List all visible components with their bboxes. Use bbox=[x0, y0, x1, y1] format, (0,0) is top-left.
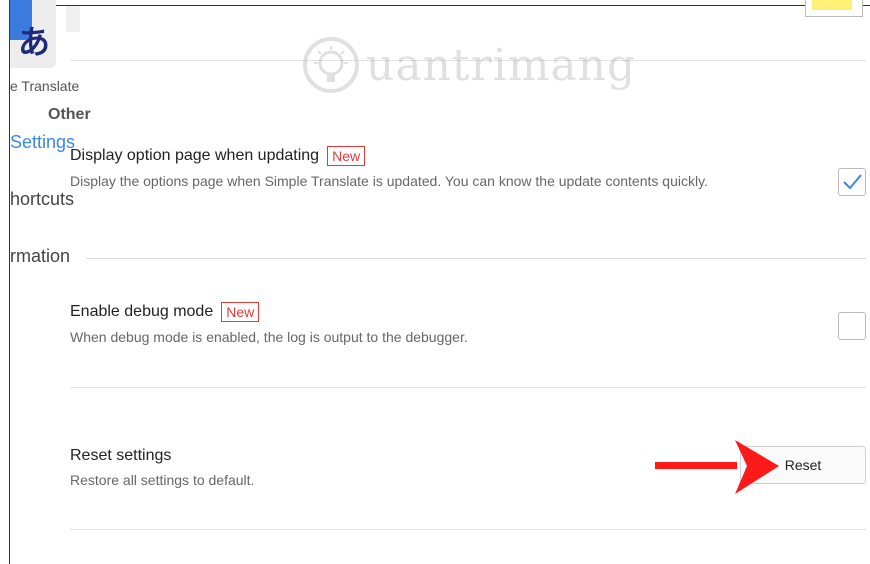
debug-mode-checkbox[interactable] bbox=[838, 312, 866, 340]
row-divider bbox=[70, 529, 866, 530]
watermark-logo-icon bbox=[303, 37, 359, 93]
watermark-text: uantrimang bbox=[366, 39, 637, 91]
setting-row-display-option: Display option page when updating New Di… bbox=[70, 146, 866, 192]
setting-title-text: Enable debug mode bbox=[70, 303, 214, 320]
setting-title-text: Reset settings bbox=[70, 447, 172, 464]
header-decoration bbox=[66, 6, 80, 32]
setting-title: Enable debug mode New bbox=[70, 302, 866, 322]
sidebar-section-heading: Other bbox=[48, 106, 91, 123]
setting-description: Display the options page when Simple Tra… bbox=[70, 173, 708, 189]
setting-description: When debug mode is enabled, the log is o… bbox=[70, 329, 468, 345]
app-logo-glyph: あ bbox=[18, 23, 51, 61]
color-swatch-button[interactable] bbox=[805, 0, 863, 17]
new-badge: New bbox=[221, 302, 260, 322]
app-logo-icon: あ bbox=[10, 0, 56, 68]
window-top-border bbox=[9, 5, 870, 6]
row-divider bbox=[70, 387, 866, 388]
red-arrow-icon bbox=[655, 440, 779, 494]
sidebar-item-information[interactable]: rmation bbox=[10, 246, 70, 267]
display-option-checkbox[interactable] bbox=[838, 168, 866, 196]
section-divider bbox=[86, 258, 866, 259]
setting-title-text: Display option page when updating bbox=[70, 147, 320, 164]
check-icon bbox=[843, 174, 862, 190]
setting-title: Display option page when updating New bbox=[70, 146, 866, 166]
sidebar-item-shortcuts[interactable]: hortcuts bbox=[10, 189, 74, 210]
app-name: e Translate bbox=[10, 78, 80, 94]
watermark: uantrimang bbox=[300, 30, 636, 100]
sidebar-item-settings[interactable]: Settings bbox=[10, 132, 75, 153]
setting-row-debug-mode: Enable debug mode New When debug mode is… bbox=[70, 302, 866, 348]
new-badge: New bbox=[327, 146, 366, 166]
